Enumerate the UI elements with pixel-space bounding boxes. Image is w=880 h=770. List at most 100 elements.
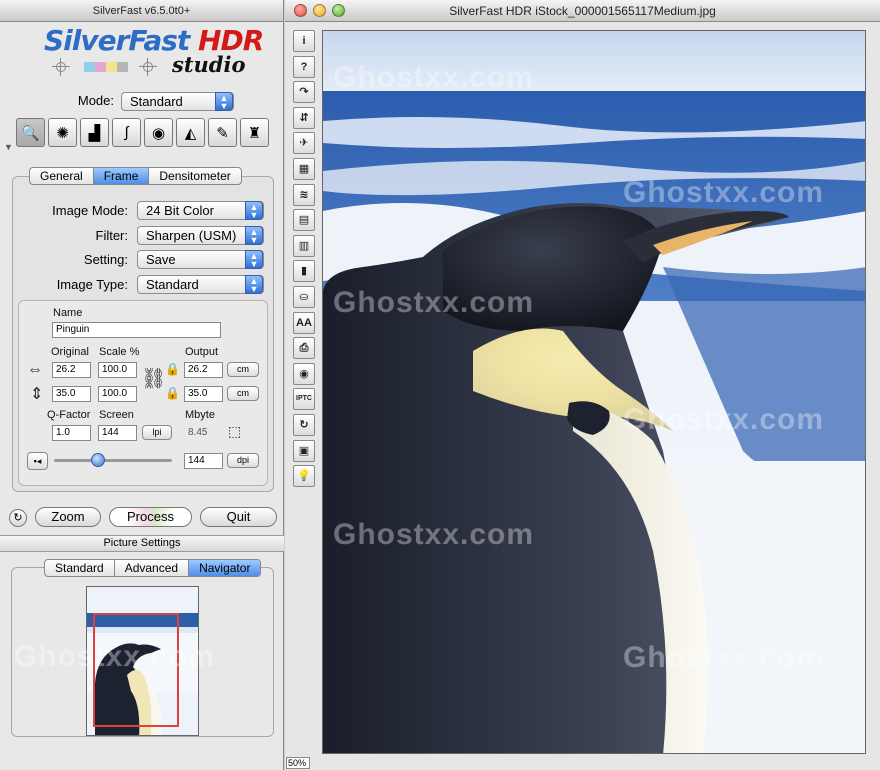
setting-select[interactable]: Save ▲ ▼ bbox=[137, 250, 264, 269]
tab-standard[interactable]: Standard bbox=[45, 560, 115, 576]
disclosure-triangle-icon[interactable]: ▼ bbox=[4, 142, 13, 152]
navigator-thumbnail[interactable] bbox=[86, 586, 199, 736]
mbyte-label: Mbyte bbox=[185, 409, 215, 421]
preview-window-titlebar[interactable]: SilverFast HDR iStock_000001565117Medium… bbox=[285, 0, 880, 22]
aperture-icon[interactable]: ✺ bbox=[48, 118, 77, 147]
preview-window-title: SilverFast HDR iStock_000001565117Medium… bbox=[449, 4, 716, 18]
preview-window: SilverFast HDR iStock_000001565117Medium… bbox=[285, 0, 880, 770]
lightbulb-icon[interactable]: 💡 bbox=[293, 465, 315, 488]
histogram-icon[interactable]: ▟ bbox=[80, 118, 109, 147]
tool-bar: 🔍 ✺ ▟ ∫ ◉ ◭ ✎ ♜ bbox=[16, 118, 269, 148]
settings-tabs: General Frame Densitometer bbox=[29, 167, 242, 185]
zoom-window-icon[interactable] bbox=[332, 4, 345, 17]
image-mode-label: Image Mode: bbox=[52, 203, 128, 218]
help-icon[interactable]: ? bbox=[293, 55, 315, 78]
filter-label: Filter: bbox=[95, 228, 129, 243]
resolution-input[interactable]: 144 bbox=[184, 453, 223, 469]
grain-icon[interactable]: ▦ bbox=[293, 157, 315, 180]
zoom-level-field[interactable]: 50% bbox=[286, 757, 310, 769]
refresh-icon[interactable]: ↻ bbox=[293, 413, 315, 436]
quit-button[interactable]: Quit bbox=[200, 507, 277, 527]
scale-link-chain-icon[interactable]: ⛓ bbox=[141, 362, 166, 398]
job-manager-icon[interactable]: ▤ bbox=[293, 209, 315, 232]
scale-height-input[interactable]: 100.0 bbox=[98, 386, 137, 402]
rotate-icon[interactable]: ↷ bbox=[293, 81, 315, 104]
selective-color-icon[interactable]: ✎ bbox=[208, 118, 237, 147]
tab-general[interactable]: General bbox=[30, 168, 94, 184]
tab-frame[interactable]: Frame bbox=[93, 168, 150, 184]
height-unit-button[interactable]: cm bbox=[227, 386, 259, 401]
width-unit-button[interactable]: cm bbox=[227, 362, 259, 377]
filter-select[interactable]: Sharpen (USM) ▲ ▼ bbox=[137, 226, 264, 245]
frame-select-icon[interactable]: ⬚ bbox=[228, 423, 241, 440]
zoom-button[interactable]: Zoom bbox=[35, 507, 101, 527]
print-icon[interactable]: ⎙ bbox=[293, 337, 315, 360]
mode-select[interactable]: Standard ▲ ▼ bbox=[121, 92, 234, 111]
popup-arrows-icon: ▲ ▼ bbox=[245, 201, 263, 220]
popup-arrows-icon: ▲ ▼ bbox=[245, 226, 263, 245]
logo-brand: SilverFast bbox=[44, 24, 190, 57]
eye-icon[interactable]: ◉ bbox=[293, 362, 315, 385]
aaca-icon[interactable]: AA bbox=[293, 311, 315, 334]
screen-unit-button[interactable]: lpi bbox=[142, 425, 172, 440]
logo-studio: studio bbox=[172, 52, 246, 77]
film-icon[interactable]: ▣ bbox=[293, 439, 315, 462]
control-window-title: SilverFast v6.5.0t0+ bbox=[92, 5, 191, 17]
tab-advanced[interactable]: Advanced bbox=[115, 560, 190, 576]
name-label: Name bbox=[53, 307, 83, 319]
resolution-unit-button[interactable]: dpi bbox=[227, 453, 259, 468]
color-bar-icon bbox=[84, 62, 128, 72]
iptc-icon[interactable]: IPTC bbox=[293, 388, 315, 411]
control-window-titlebar[interactable]: SilverFast v6.5.0t0+ bbox=[0, 0, 283, 22]
navigator-view-frame[interactable] bbox=[93, 613, 179, 727]
output-height-input[interactable]: 35.0 bbox=[184, 386, 223, 402]
curve-icon[interactable]: ∫ bbox=[112, 118, 141, 147]
lock-width-icon[interactable]: 🔒 bbox=[165, 362, 180, 376]
magnify-icon[interactable]: 🔍 bbox=[16, 118, 45, 147]
crosshair-icon bbox=[139, 58, 157, 76]
qfactor-input[interactable]: 1.0 bbox=[52, 425, 91, 441]
lock-height-icon[interactable]: 🔒 bbox=[165, 386, 180, 400]
name-input[interactable]: Pinguin bbox=[52, 322, 221, 338]
screen-input[interactable]: 144 bbox=[98, 425, 137, 441]
height-arrows-icon: ⇕ bbox=[30, 386, 44, 403]
output-column-label: Output bbox=[185, 346, 219, 358]
color-wheel-icon[interactable]: ◉ bbox=[144, 118, 173, 147]
process-button[interactable]: Process bbox=[109, 507, 192, 527]
info-icon[interactable]: i bbox=[293, 30, 315, 52]
close-window-icon[interactable] bbox=[294, 4, 307, 17]
tab-densitometer[interactable]: Densitometer bbox=[149, 168, 240, 184]
gradation-icon[interactable]: ◭ bbox=[176, 118, 205, 147]
original-height-input[interactable]: 35.0 bbox=[52, 386, 91, 402]
resolution-slider-knob[interactable] bbox=[90, 453, 105, 467]
silverfast-control-window: SilverFast v6.5.0t0+ SilverFast HDR stud… bbox=[0, 0, 284, 770]
original-width-input[interactable]: 26.2 bbox=[52, 362, 91, 378]
width-arrows-icon: ⇔ bbox=[27, 361, 43, 378]
scale-width-input[interactable]: 100.0 bbox=[98, 362, 137, 378]
image-type-select[interactable]: Standard ▲ ▼ bbox=[137, 275, 264, 294]
dust-icon[interactable]: ≋ bbox=[293, 183, 315, 206]
stamp-icon[interactable]: ⛀ bbox=[293, 285, 315, 308]
tab-navigator[interactable]: Navigator bbox=[189, 560, 261, 576]
resolution-slider[interactable] bbox=[54, 453, 172, 467]
image-mode-select[interactable]: 24 Bit Color ▲ ▼ bbox=[137, 201, 264, 220]
minimize-window-icon[interactable] bbox=[313, 4, 326, 17]
scanner-icon[interactable]: ▪◂ bbox=[27, 452, 48, 470]
preview-canvas[interactable]: Ghostxx.com Ghostxx.com Ghostxx.com Ghos… bbox=[322, 30, 866, 754]
screen-label: Screen bbox=[99, 409, 134, 421]
original-column-label: Original bbox=[51, 346, 89, 358]
scale-column-label: Scale % bbox=[99, 346, 140, 358]
picture-settings-header: Picture Settings bbox=[0, 535, 284, 552]
popup-arrows-icon: ▲ ▼ bbox=[245, 250, 263, 269]
setting-label: Setting: bbox=[83, 252, 128, 267]
thumb-icon[interactable]: ▮ bbox=[293, 260, 315, 283]
batch-icon[interactable]: ▥ bbox=[293, 234, 315, 257]
qfactor-label: Q-Factor bbox=[47, 409, 91, 421]
reset-icon[interactable]: ↻ bbox=[9, 509, 27, 527]
expert-icon[interactable]: ♜ bbox=[240, 118, 269, 147]
output-width-input[interactable]: 26.2 bbox=[184, 362, 223, 378]
silverfast-logo: SilverFast HDR studio bbox=[0, 22, 284, 84]
side-tool-bar: i? ↷ ⇵ ✈ ▦ ≋ ▤ ▥ ▮ ⛀ AA ⎙ ◉ IPTC ↻ ▣ 💡 bbox=[293, 30, 315, 491]
airplane-icon[interactable]: ✈ bbox=[293, 132, 315, 155]
flip-icon[interactable]: ⇵ bbox=[293, 106, 315, 129]
